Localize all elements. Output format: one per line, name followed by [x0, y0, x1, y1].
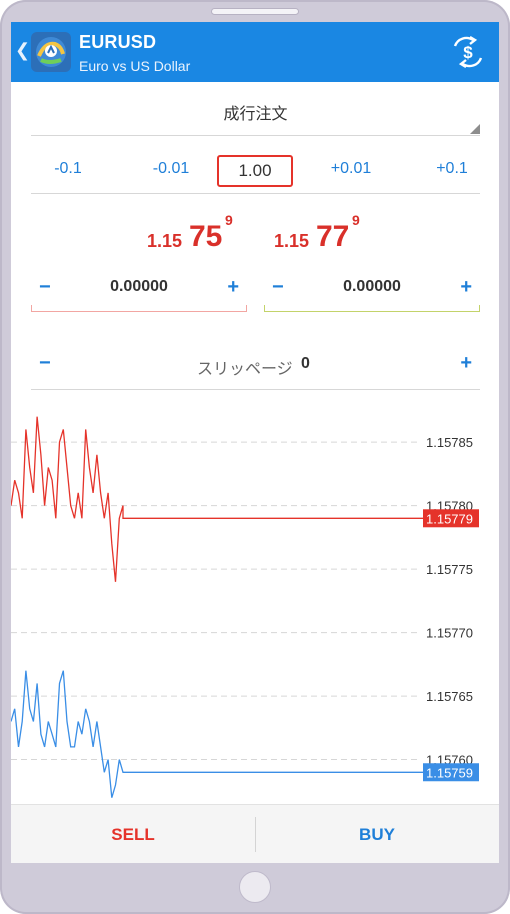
tick-chart: 1.157851.157801.157751.157701.157651.157… [11, 416, 479, 798]
symbol-description: Euro vs US Dollar [79, 58, 191, 74]
buy-button[interactable]: BUY [255, 805, 499, 863]
stop-loss-input[interactable]: 0.00000 [31, 278, 247, 296]
volume-plus-0.01-button[interactable]: +0.01 [316, 160, 386, 178]
volume-minus-0.1-button[interactable]: -0.1 [33, 160, 103, 178]
device-frame: ❮ EURUSD Euro vs US Dollar $ 成行注文 -0.1 -… [0, 0, 510, 914]
order-type-label: 成行注文 [223, 106, 288, 123]
slippage-value[interactable]: 0 [301, 355, 310, 373]
order-type-select[interactable]: 成行注文 [31, 94, 480, 136]
stop-loss-underline [31, 305, 247, 312]
price-series-line [11, 416, 425, 582]
metatrader-logo-icon [31, 32, 71, 72]
volume-selector: -0.1 -0.01 1.00 +0.01 +0.1 [31, 150, 480, 194]
symbol-title: EURUSD [79, 32, 157, 52]
slippage-increase-button[interactable]: + [460, 352, 472, 375]
svg-text:$: $ [463, 43, 473, 62]
home-button[interactable] [239, 871, 271, 903]
current-price-label: 1.15759 [426, 765, 473, 780]
slippage-field: − スリッページ 0 + [31, 348, 480, 390]
sell-price-prefix: 1.15 [147, 231, 183, 251]
buy-price-prefix: 1.15 [274, 231, 310, 251]
slippage-label: スリッページ [197, 361, 293, 378]
price-series-line [11, 670, 425, 798]
take-profit-field: − 0.00000 + [264, 272, 480, 312]
y-tick-label: 1.15770 [426, 626, 473, 641]
sell-button[interactable]: SELL [11, 805, 255, 863]
sell-price-fraction: 9 [225, 212, 233, 228]
app-header: ❮ EURUSD Euro vs US Dollar $ [11, 22, 499, 82]
volume-plus-0.1-button[interactable]: +0.1 [417, 160, 487, 178]
current-price-label: 1.15779 [426, 511, 473, 526]
device-speaker [211, 8, 299, 15]
sell-price: 1.15 75 9 [147, 212, 247, 253]
y-tick-label: 1.15775 [426, 562, 473, 577]
buy-price: 1.15 77 9 [274, 212, 374, 253]
dropdown-corner-icon [470, 124, 480, 134]
take-profit-increase-button[interactable]: + [460, 276, 472, 299]
action-bar: SELL BUY [11, 804, 499, 863]
chevron-left-icon[interactable]: ❮ [15, 40, 30, 61]
buy-price-pips: 77 [316, 220, 350, 253]
currency-exchange-icon[interactable]: $ [451, 36, 485, 68]
take-profit-underline [264, 305, 480, 312]
volume-input[interactable]: 1.00 [217, 155, 293, 187]
y-tick-label: 1.15765 [426, 689, 473, 704]
sell-price-pips: 75 [189, 220, 223, 253]
stop-loss-increase-button[interactable]: + [227, 276, 239, 299]
y-tick-label: 1.15785 [426, 435, 473, 450]
slippage-decrease-button[interactable]: − [39, 352, 51, 375]
volume-minus-0.01-button[interactable]: -0.01 [136, 160, 206, 178]
buy-price-fraction: 9 [352, 212, 360, 228]
stop-loss-field: − 0.00000 + [31, 272, 247, 312]
screen: ❮ EURUSD Euro vs US Dollar $ 成行注文 -0.1 -… [11, 22, 499, 863]
take-profit-input[interactable]: 0.00000 [264, 278, 480, 296]
